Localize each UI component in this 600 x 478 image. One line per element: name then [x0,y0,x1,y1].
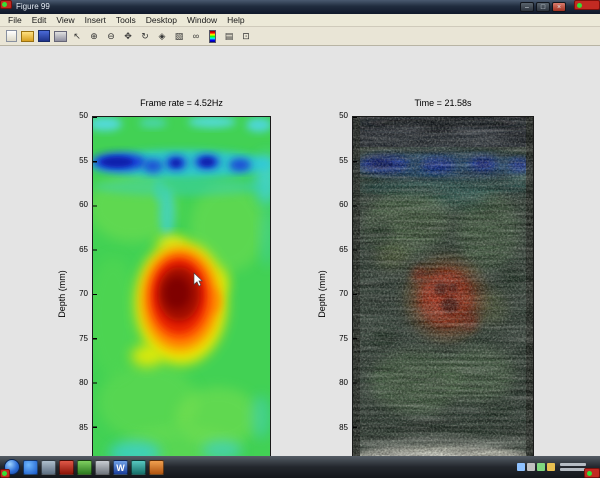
clock-area [560,463,586,471]
legend-icon[interactable]: ▤ [221,29,237,44]
y-tick-label: 60 [339,200,348,209]
print-figure-icon[interactable] [54,31,67,42]
left-plot-canvas[interactable] [92,116,271,472]
recording-marker-bottom-right [584,468,600,478]
recording-dot-icon [2,2,7,7]
data-cursor-icon[interactable]: ◈ [154,29,170,44]
y-tick-label: 55 [339,156,348,165]
menu-item[interactable]: File [3,14,27,27]
pan-icon[interactable]: ✥ [120,29,136,44]
y-tick-label: 80 [339,378,348,387]
y-tick-label: 65 [339,245,348,254]
y-tick-label: 60 [79,200,88,209]
tray-icon-3[interactable] [537,463,545,471]
close-button[interactable]: × [552,2,566,12]
right-y-axis-label: Depth (mm) [317,264,327,324]
recording-dot-icon [2,471,7,476]
tray-icon-2[interactable] [527,463,535,471]
y-tick-label: 55 [79,156,88,165]
rotate-3d-icon[interactable]: ↻ [137,29,153,44]
menu-item[interactable]: View [51,14,79,27]
y-tick-label: 65 [79,245,88,254]
adobe-reader-icon[interactable] [59,460,74,475]
right-plot-y-ticks [353,117,357,471]
taskbar-apps: W [23,460,164,475]
tray-icons [517,463,555,471]
colorbar-icon[interactable] [209,30,216,43]
left-y-axis-label: Depth (mm) [57,264,67,324]
menu-item[interactable]: Edit [27,14,52,27]
zoom-out-icon[interactable]: ⊖ [103,29,119,44]
y-tick-label: 70 [339,289,348,298]
shallow-blue-band [93,150,270,196]
elasticity-map-image [93,117,270,471]
menu-item[interactable]: Desktop [141,14,182,27]
recording-dot-icon [577,3,582,8]
right-plot-canvas[interactable] [352,116,534,472]
menu-item[interactable]: Help [222,14,249,27]
recording-marker-bottom-left [0,469,10,478]
link-plot-icon[interactable]: ∞ [188,29,204,44]
tray-icon-4[interactable] [547,463,555,471]
left-y-tick-labels: 505560657075808590 [70,111,88,476]
y-tick-label: 50 [79,111,88,120]
right-y-tick-labels: 505560657075808590 [330,111,348,476]
left-plot-title: Frame rate = 4.52Hz [92,98,271,109]
y-tick-label: 50 [339,111,348,120]
menu-bar: FileEditViewInsertToolsDesktopWindowHelp [0,14,600,27]
maximize-button[interactable]: □ [536,2,550,12]
y-tick-label: 85 [79,423,88,432]
y-tick-label: 75 [79,334,88,343]
open-file-icon[interactable] [21,31,34,42]
window-controls: –□× [520,2,566,12]
y-tick-label: 85 [339,423,348,432]
edit-plot-icon[interactable]: ↖ [69,29,85,44]
brush-icon[interactable]: ▧ [171,29,187,44]
app-gray-icon[interactable] [95,460,110,475]
save-figure-icon[interactable] [38,30,50,42]
bmode-overlay-image [353,117,533,471]
window-title: Figure 99 [16,0,516,14]
menu-item[interactable]: Insert [80,14,111,27]
tray-icon-1[interactable] [517,463,525,471]
word-icon[interactable]: W [113,460,128,475]
y-tick-label: 70 [79,289,88,298]
desktop-screen: Figure 99 –□× FileEditViewInsertToolsDes… [0,0,600,478]
y-tick-label: 80 [79,378,88,387]
recording-marker-top-right [574,0,600,10]
left-plot-y-ticks [93,117,97,471]
internet-browser-icon[interactable] [23,460,38,475]
window-titlebar: Figure 99 –□× [0,0,600,14]
recording-marker-top-left [0,0,12,9]
right-plot-title: Time = 21.58s [352,98,534,109]
file-explorer-icon[interactable] [41,460,56,475]
dock-figure-icon[interactable]: ⊡ [238,29,254,44]
new-figure-icon[interactable] [6,30,17,42]
recording-dot-icon [587,471,592,476]
menu-item[interactable]: Window [182,14,222,27]
y-tick-label: 75 [339,334,348,343]
menu-item[interactable]: Tools [111,14,141,27]
app-teal-icon[interactable] [131,460,146,475]
app-orange-icon[interactable] [149,460,164,475]
figure-toolbar: ↖⊕⊖✥↻◈▧∞ ▤⊡ [0,27,600,46]
speckle-noise [353,117,533,471]
system-tray [517,463,586,471]
taskbar: W [0,456,600,478]
minimize-button[interactable]: – [520,2,534,12]
app-green-icon[interactable] [77,460,92,475]
figure-canvas: Frame rate = 4.52Hz Time = 21.58s Depth … [0,46,600,456]
zoom-in-icon[interactable]: ⊕ [86,29,102,44]
